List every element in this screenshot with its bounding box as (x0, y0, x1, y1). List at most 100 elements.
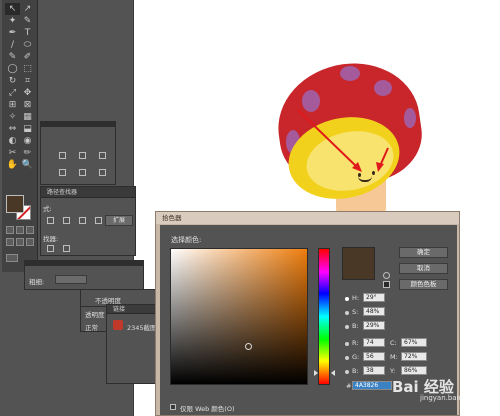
out-of-gamut-icon[interactable] (383, 272, 390, 279)
draw-inside-icon[interactable] (26, 238, 34, 246)
stroke-panel: 粗细: (24, 260, 144, 290)
b-field[interactable]: 29% (363, 321, 385, 330)
rotate-tool-icon[interactable]: ↻ (5, 75, 20, 87)
rgb-b-radio[interactable] (345, 370, 349, 374)
distribute-left-icon[interactable] (59, 169, 66, 176)
hue-slider-left-arrow[interactable] (314, 370, 318, 376)
color-swatches-button[interactable]: 颜色色板 (399, 279, 448, 290)
scale-tool-icon[interactable]: ⌗ (20, 75, 35, 87)
symbol-sprayer-tool-icon[interactable]: ◐ (5, 135, 20, 147)
c-field[interactable]: 67% (401, 338, 427, 347)
websafe-swatch-icon[interactable] (383, 281, 390, 288)
b-label: B: (352, 322, 359, 330)
perspective-grid-tool-icon[interactable]: ⊠ (20, 99, 35, 111)
color-mode-buttons (6, 226, 36, 235)
align-right-icon[interactable] (99, 152, 106, 159)
align-center-icon[interactable] (79, 152, 86, 159)
align-panel (40, 121, 116, 185)
gradient-tool-icon[interactable]: ▦ (20, 111, 35, 123)
r-field[interactable]: 74 (363, 338, 385, 347)
dialog-title: 拾色器 (156, 212, 459, 224)
divide-icon[interactable] (47, 245, 54, 252)
screen-mode-icon[interactable] (6, 254, 18, 262)
s-field[interactable]: 48% (363, 307, 385, 316)
pathfinder-panel-title[interactable]: 路径查找器 (41, 187, 135, 198)
column-graph-tool-icon[interactable]: ◉ (20, 135, 35, 147)
blend-mode-select[interactable]: 正常 (85, 322, 98, 332)
color-mode-icon[interactable] (6, 226, 14, 234)
none-mode-icon[interactable] (26, 226, 34, 234)
free-transform-tool-icon[interactable]: ✥ (20, 87, 35, 99)
color-marker[interactable] (245, 343, 252, 350)
r-label: R: (352, 339, 359, 347)
shape-builder-tool-icon[interactable]: ⊞ (5, 99, 20, 111)
pencil-tool-icon[interactable]: ✐ (20, 51, 35, 63)
h-radio[interactable] (345, 297, 349, 301)
line-tool-icon[interactable]: / (5, 39, 20, 51)
artboard-tool-icon[interactable]: ✏ (20, 147, 35, 159)
blend-tool-icon[interactable]: ⬓ (20, 123, 35, 135)
link-thumbnail-icon (113, 320, 123, 330)
distribute-center-icon[interactable] (79, 169, 86, 176)
blob-brush-tool-icon[interactable]: ◯ (5, 63, 20, 75)
expand-button[interactable]: 扩展 (105, 215, 133, 226)
h-field[interactable]: 29° (363, 293, 385, 302)
pathfinders-label: 找器: (43, 235, 59, 243)
pathfinder-panel: 路径查找器 式: 扩展 找器: (40, 186, 136, 256)
trim-icon[interactable] (63, 245, 70, 252)
paintbrush-tool-icon[interactable]: ✎ (5, 51, 20, 63)
hue-slider[interactable] (318, 248, 330, 385)
b-radio[interactable] (345, 325, 349, 329)
m-field[interactable]: 72% (401, 352, 427, 361)
width-tool-icon[interactable]: ⤢ (5, 87, 20, 99)
g-label: G: (352, 353, 360, 361)
hue-slider-right-arrow[interactable] (331, 370, 335, 376)
scissors-tool-icon[interactable]: ✂ (5, 147, 20, 159)
stroke-weight-field[interactable] (55, 275, 87, 284)
links-panel-title[interactable]: 链接 (107, 305, 155, 314)
h-label: H: (352, 294, 360, 302)
ellipse-tool-icon[interactable]: ⬭ (20, 39, 35, 51)
tool-grid: ↖ ↗ ✦ ✎ ✒ T / ⬭ ✎ ✐ ◯ ⬚ ↻ ⌗ ⤢ ✥ ⊞ ⊠ ✧ ▦ … (5, 3, 35, 171)
web-colors-only-checkbox[interactable] (170, 404, 176, 410)
unite-icon[interactable] (47, 217, 54, 224)
distribute-right-icon[interactable] (99, 169, 106, 176)
m-label: M: (390, 353, 398, 361)
links-panel: 链接 2345截图 (106, 304, 157, 384)
saturation-brightness-field[interactable] (170, 248, 308, 385)
transparency-tab[interactable]: 透明度 (85, 309, 105, 319)
direct-selection-tool-icon[interactable]: ↗ (20, 3, 35, 15)
pen-tool-icon[interactable]: ✒ (5, 27, 20, 39)
hex-field[interactable]: 4A3826 (352, 381, 392, 390)
align-left-icon[interactable] (59, 152, 66, 159)
exclude-icon[interactable] (95, 217, 102, 224)
rgb-b-field[interactable]: 38 (363, 366, 385, 375)
y-label: Y: (390, 367, 396, 375)
eraser-tool-icon[interactable]: ⬚ (20, 63, 35, 75)
intersect-icon[interactable] (79, 217, 86, 224)
g-field[interactable]: 56 (363, 352, 385, 361)
minus-front-icon[interactable] (63, 217, 70, 224)
g-radio[interactable] (345, 356, 349, 360)
draw-normal-icon[interactable] (6, 238, 14, 246)
fill-swatch[interactable] (6, 195, 24, 213)
ok-button[interactable]: 确定 (399, 247, 448, 258)
gradient-mode-icon[interactable] (16, 226, 24, 234)
zoom-tool-icon[interactable]: 🔍 (20, 159, 35, 171)
mesh-tool-icon[interactable]: ✧ (5, 111, 20, 123)
link-item-name[interactable]: 2345截图 (127, 322, 157, 332)
hand-tool-icon[interactable]: ✋ (5, 159, 20, 171)
c-label: C: (390, 339, 397, 347)
eyedropper-tool-icon[interactable]: ⇔ (5, 123, 20, 135)
selection-tool-icon[interactable]: ↖ (5, 3, 20, 15)
draw-mode-buttons (6, 238, 36, 247)
color-preview-swatch (342, 247, 375, 280)
lasso-tool-icon[interactable]: ✎ (20, 15, 35, 27)
cancel-button[interactable]: 取消 (399, 263, 448, 274)
y-field[interactable]: 86% (401, 366, 427, 375)
r-radio[interactable] (345, 342, 349, 346)
draw-behind-icon[interactable] (16, 238, 24, 246)
type-tool-icon[interactable]: T (20, 27, 35, 39)
s-radio[interactable] (345, 311, 349, 315)
magic-wand-tool-icon[interactable]: ✦ (5, 15, 20, 27)
